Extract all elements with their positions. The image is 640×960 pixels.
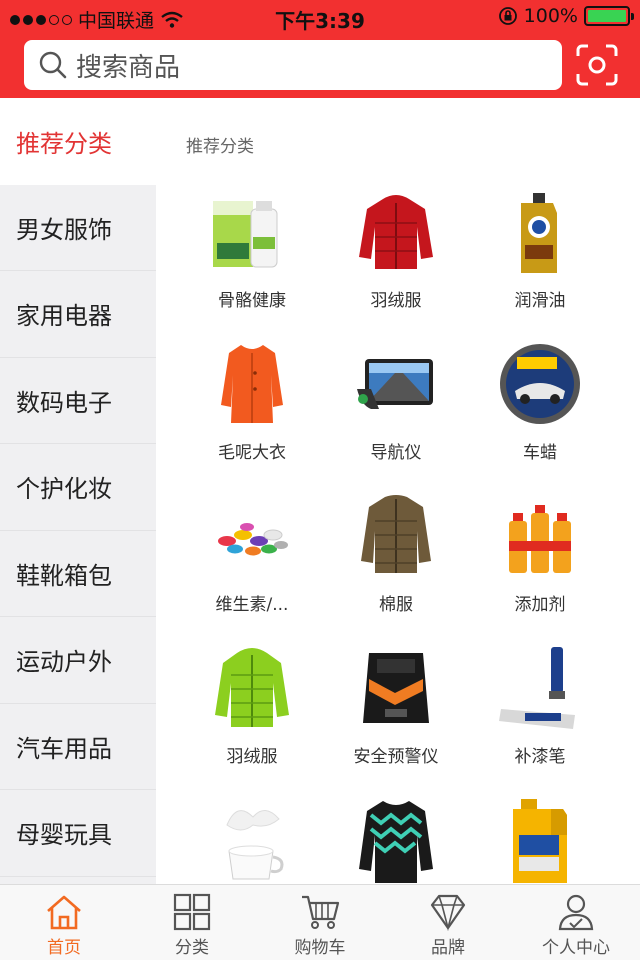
category-sidebar: 推荐分类 男女服饰 家用电器 数码电子 个护化妆 鞋靴箱包 运动户外 汽车用品 …: [0, 98, 156, 884]
sidebar-item-label: 数码电子: [16, 388, 112, 417]
product-item[interactable]: 维生素/...: [180, 488, 324, 616]
product-label: 毛呢大衣: [218, 443, 286, 463]
bottom-tabbar: 首页 分类 购物车 品牌 个人中心: [0, 884, 640, 960]
tab-profile[interactable]: 个人中心: [512, 885, 640, 960]
orange-coat-icon: [204, 336, 300, 432]
product-label: 补漆笔: [514, 747, 566, 767]
product-item[interactable]: 羽绒服: [324, 184, 468, 312]
product-item[interactable]: 导航仪: [324, 336, 468, 464]
category-content: 推荐分类 骨骼健康 羽绒服 润滑油 毛呢大衣 导航仪 车蜡 维生素/... 棉服…: [156, 98, 640, 884]
supplement-bottle-icon: [204, 184, 300, 280]
product-item[interactable]: [468, 792, 612, 884]
section-title: 推荐分类: [186, 137, 254, 157]
cart-icon: [302, 895, 340, 929]
tab-label: 品牌: [431, 938, 465, 958]
product-label: 润滑油: [514, 291, 566, 311]
knit-sweater-icon: [348, 792, 444, 884]
product-label: 羽绒服: [370, 291, 422, 311]
scan-icon[interactable]: [576, 44, 618, 86]
sidebar-item-label: 男女服饰: [16, 215, 112, 244]
product-item[interactable]: 添加剂: [468, 488, 612, 616]
sidebar-item-label: 推荐分类: [16, 129, 112, 158]
oil-jug-icon: [492, 792, 588, 884]
sidebar-item-clothing[interactable]: 男女服饰: [0, 185, 156, 271]
product-item[interactable]: 补漆笔: [468, 640, 612, 768]
home-icon: [47, 895, 81, 930]
product-label: 安全预警仪: [353, 747, 439, 767]
sidebar-item-recommended[interactable]: 推荐分类: [0, 98, 156, 185]
sidebar-item-label: 鞋靴箱包: [16, 561, 112, 590]
product-label: 羽绒服: [226, 747, 278, 767]
product-item[interactable]: 棉服: [324, 488, 468, 616]
search-icon: [39, 51, 67, 79]
sidebar-item-label: 母婴玩具: [16, 821, 112, 850]
product-item[interactable]: 车蜡: [468, 336, 612, 464]
tab-category[interactable]: 分类: [128, 885, 256, 960]
user-icon: [558, 894, 594, 931]
tab-cart[interactable]: 购物车: [256, 885, 384, 960]
diamond-icon: [430, 894, 466, 931]
rotation-lock-icon: [498, 7, 517, 25]
status-bar: 中国联通 下午3:39 100%: [0, 0, 640, 34]
green-down-jacket-icon: [204, 640, 300, 736]
product-label: 骨骼健康: [218, 291, 286, 311]
battery-icon: [584, 6, 634, 26]
product-label: 添加剂: [514, 595, 566, 615]
tab-label: 个人中心: [542, 938, 610, 958]
car-wax-icon: [492, 336, 588, 432]
brown-padded-jacket-icon: [348, 488, 444, 584]
sidebar-item-label: 个护化妆: [16, 475, 112, 504]
product-label: 维生素/...: [215, 595, 289, 615]
gps-navigator-icon: [348, 336, 444, 432]
product-label: 棉服: [379, 595, 413, 615]
tab-home[interactable]: 首页: [0, 885, 128, 960]
product-grid: 骨骼健康 羽绒服 润滑油 毛呢大衣 导航仪 车蜡 维生素/... 棉服 添加剂 …: [180, 184, 610, 884]
product-item[interactable]: 羽绒服: [180, 640, 324, 768]
sidebar-item-baby-toys[interactable]: 母婴玩具: [0, 790, 156, 877]
sidebar-item-cosmetics[interactable]: 个护化妆: [0, 444, 156, 531]
sidebar-item-shoes-bags[interactable]: 鞋靴箱包: [0, 531, 156, 617]
product-item[interactable]: 润滑油: [468, 184, 612, 312]
search-input[interactable]: 搜索商品: [24, 40, 562, 90]
product-item[interactable]: [180, 792, 324, 884]
motor-oil-icon: [492, 184, 588, 280]
sidebar-item-label: 汽车用品: [16, 734, 112, 763]
grid-icon: [173, 893, 211, 931]
product-label: 车蜡: [523, 443, 557, 463]
tab-brand[interactable]: 品牌: [384, 885, 512, 960]
sidebar-item-auto[interactable]: 汽车用品: [0, 704, 156, 790]
tab-label: 首页: [47, 938, 81, 958]
vitamin-pills-icon: [204, 488, 300, 584]
search-placeholder: 搜索商品: [76, 52, 181, 83]
status-right: 100%: [498, 5, 634, 27]
sidebar-item-electronics[interactable]: 数码电子: [0, 358, 156, 444]
product-label: 导航仪: [370, 443, 422, 463]
paint-pen-icon: [492, 640, 588, 736]
battery-text: 100%: [523, 5, 578, 27]
sidebar-item-appliances[interactable]: 家用电器: [0, 271, 156, 358]
milk-cup-icon: [204, 792, 300, 884]
header: 中国联通 下午3:39 100% 搜索商品: [0, 0, 640, 98]
tab-label: 购物车: [294, 938, 346, 958]
sidebar-item-label: 家用电器: [16, 302, 112, 331]
tab-label: 分类: [175, 938, 209, 958]
red-down-jacket-icon: [348, 184, 444, 280]
sidebar-item-label: 运动户外: [16, 648, 112, 677]
product-item[interactable]: [324, 792, 468, 884]
fuel-additive-icon: [492, 488, 588, 584]
product-item[interactable]: 毛呢大衣: [180, 336, 324, 464]
sidebar-item-sports[interactable]: 运动户外: [0, 617, 156, 704]
radar-detector-icon: [348, 640, 444, 736]
product-item[interactable]: 骨骼健康: [180, 184, 324, 312]
product-item[interactable]: 安全预警仪: [324, 640, 468, 768]
